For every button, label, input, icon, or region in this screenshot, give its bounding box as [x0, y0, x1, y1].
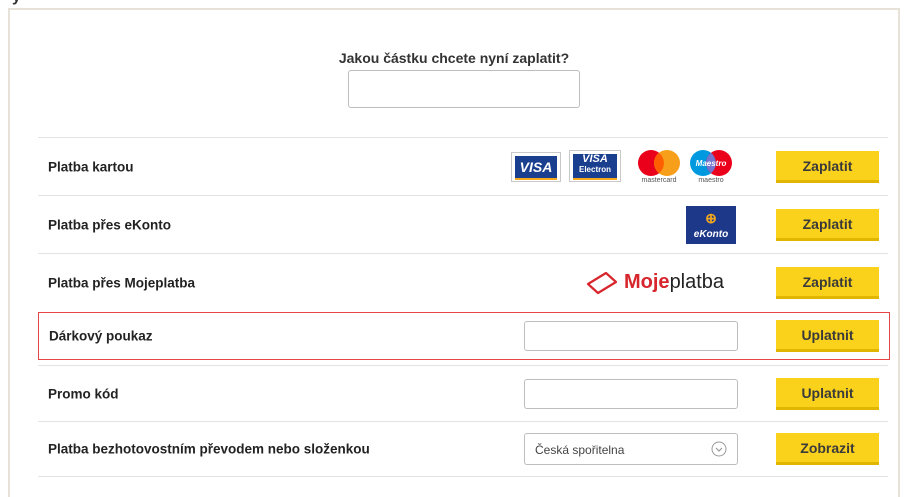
payment-label: Promo kód — [48, 386, 119, 401]
partial-title: y — [12, 0, 21, 6]
payment-label: Platba přes eKonto — [48, 217, 172, 232]
card-logos: VISA VISA Electron mastercard Maestro ma… — [511, 149, 737, 185]
pay-ekonto-button[interactable]: Zaplatit — [776, 208, 879, 241]
amount-section: Jakou částku chcete nyní zaplatit? — [10, 50, 898, 68]
payment-row-promo-code: Promo kód Uplatnit — [38, 365, 888, 421]
amount-question: Jakou částku chcete nyní zaplatit? — [338, 50, 570, 66]
svg-text:Maestro: Maestro — [696, 159, 727, 168]
ekonto-logo: ⊕ eKonto — [686, 205, 736, 244]
bank-select-value: Česká spořitelna — [535, 443, 625, 457]
amount-input[interactable] — [348, 70, 580, 108]
pay-card-button[interactable]: Zaplatit — [776, 150, 879, 183]
apply-promo-button[interactable]: Uplatnit — [776, 377, 879, 410]
payment-label: Platba kartou — [48, 159, 134, 174]
payment-row-card: Platba kartou VISA VISA Electron masterc… — [38, 137, 888, 195]
mastercard-logo: mastercard — [629, 149, 689, 185]
show-transfer-button[interactable]: Zobrazit — [776, 433, 879, 465]
top-clipped-area: y — [0, 0, 908, 8]
payment-row-gift-voucher: Dárkový poukaz Uplatnit — [38, 312, 890, 360]
payment-row-ekonto: Platba přes eKonto ⊕ eKonto Zaplatit — [38, 195, 888, 253]
visa-logo: VISA — [511, 151, 561, 182]
pay-mojeplatba-button[interactable]: Zaplatit — [776, 266, 879, 299]
apply-voucher-button[interactable]: Uplatnit — [776, 320, 879, 352]
payment-label: Platba přes Mojeplatba — [48, 275, 196, 290]
payment-row-mojeplatba: Platba přes Mojeplatba Mojeplatba Zaplat… — [38, 253, 888, 311]
payment-label: Platba bezhotovostním převodem nebo slož… — [48, 441, 370, 457]
payment-row-bank-transfer: Platba bezhotovostním převodem nebo slož… — [38, 421, 888, 477]
maestro-logo: Maestro maestro — [681, 149, 741, 185]
payment-panel: Jakou částku chcete nyní zaplatit? Platb… — [8, 8, 900, 497]
chevron-down-icon — [711, 441, 727, 457]
visa-electron-logo: VISA Electron — [569, 149, 621, 182]
gift-voucher-input[interactable] — [524, 321, 738, 351]
payment-label: Dárkový poukaz — [49, 328, 153, 344]
mojeplatba-logo: Mojeplatba — [586, 268, 746, 298]
promo-code-input[interactable] — [524, 378, 738, 409]
bank-select[interactable]: Česká spořitelna — [524, 433, 738, 465]
